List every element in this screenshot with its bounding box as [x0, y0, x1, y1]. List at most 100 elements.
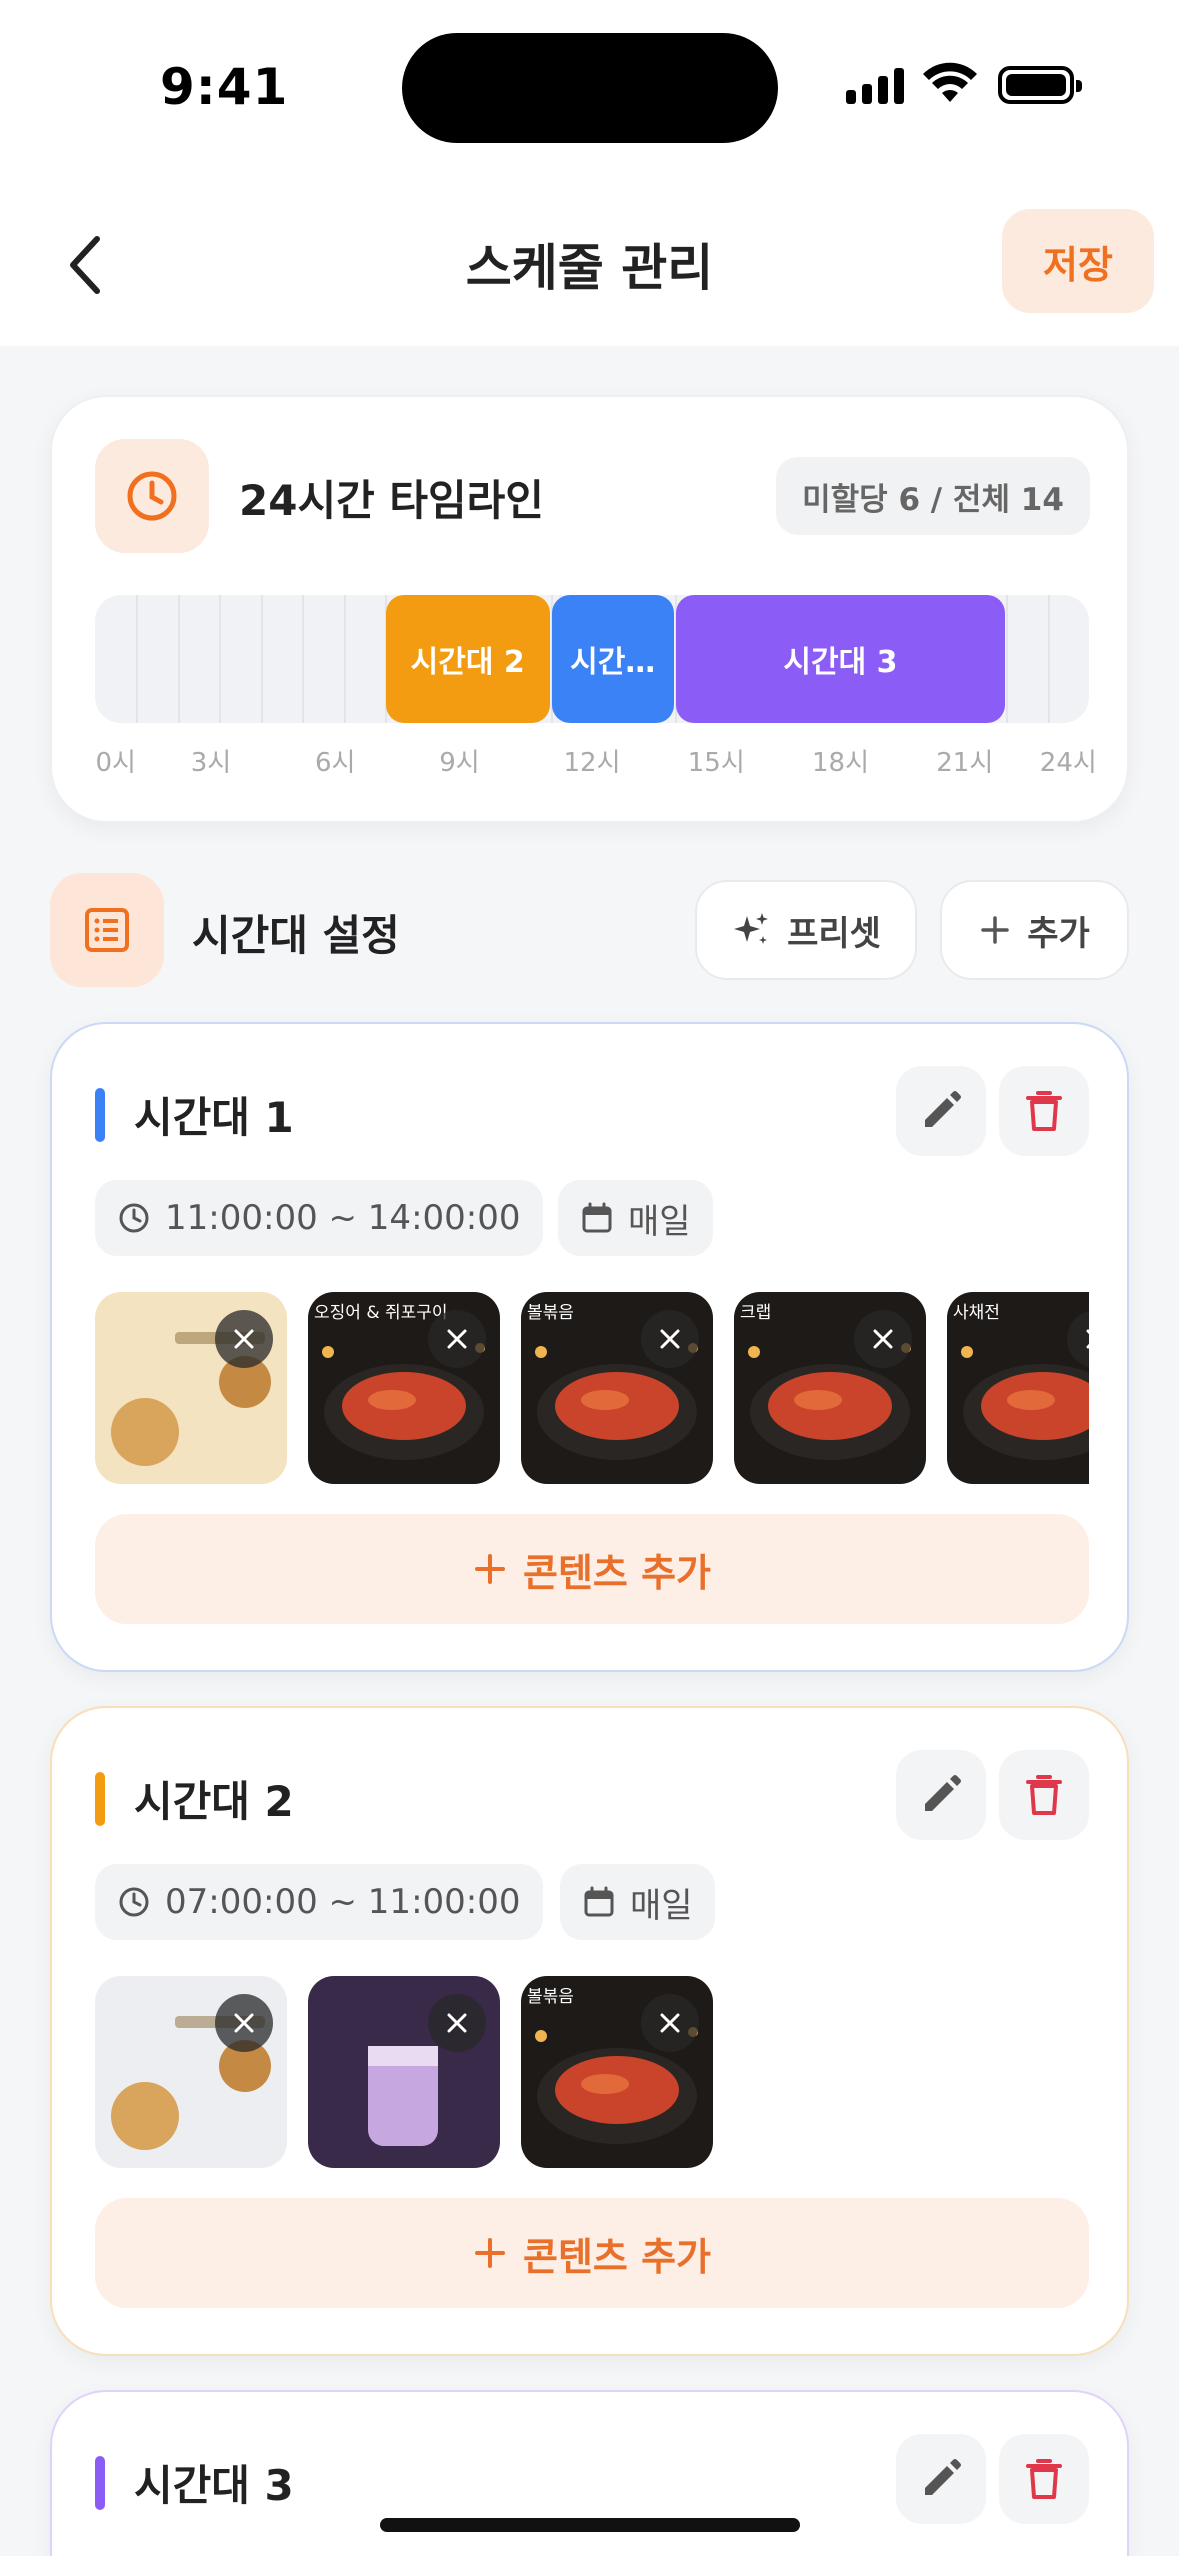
content-thumbnail[interactable] — [95, 1292, 287, 1484]
timeline-gridline — [136, 595, 139, 723]
trash-icon — [1026, 1775, 1062, 1815]
slot-name: 시간대 3 — [134, 2461, 294, 2510]
timeline-gridline — [219, 595, 222, 723]
timeline-axis: 0시 3시 6시 9시 12시 15시 18시 21시 24시 — [95, 742, 1096, 782]
battery-icon — [998, 66, 1082, 104]
preset-button[interactable]: 프리셋 — [695, 880, 917, 980]
timeline-gridline — [1006, 595, 1009, 723]
time-range-chip: 07:00:00 ~ 11:00:00 — [95, 1864, 543, 1940]
add-content-button[interactable]: 콘텐츠 추가 — [95, 1514, 1089, 1624]
content-thumbnails: 오징어 & 쥐포구이 볼볶음 크랩 사채전 — [95, 1292, 1089, 1484]
content-thumbnail[interactable]: 오징어 & 쥐포구이 — [308, 1292, 500, 1484]
slot-color-bar — [95, 2456, 105, 2510]
plus-icon — [981, 916, 1009, 944]
close-icon — [234, 2013, 254, 2033]
timeline-segment[interactable]: 시간대 2 — [385, 595, 550, 723]
close-icon — [660, 1329, 680, 1349]
pencil-icon — [925, 2459, 961, 2495]
timeline-gridline — [177, 595, 180, 723]
repeat-text: 매일 — [628, 1201, 691, 1242]
thumbnail-caption: 크랩 — [740, 1303, 772, 1323]
close-icon — [873, 1329, 893, 1349]
home-indicator — [380, 2518, 800, 2532]
repeat-chip: 매일 — [558, 1180, 713, 1256]
add-slot-button[interactable]: 추가 — [940, 880, 1129, 980]
remove-content-button[interactable] — [215, 1310, 273, 1368]
timeline-segment[interactable]: 시간… — [551, 595, 674, 723]
remove-content-button[interactable] — [854, 1310, 912, 1368]
remove-content-button[interactable] — [641, 1994, 699, 2052]
time-range-chip: 11:00:00 ~ 14:00:00 — [95, 1180, 543, 1256]
list-icon-box — [50, 873, 164, 987]
remove-content-button[interactable] — [641, 1310, 699, 1368]
add-slot-button-label: 추가 — [1027, 913, 1090, 954]
content-thumbnail[interactable] — [308, 1976, 500, 2168]
timeline-tick-label: 21시 — [936, 748, 994, 778]
clock-icon — [119, 1887, 149, 1917]
clock-icon — [119, 1203, 149, 1233]
time-range-text: 11:00:00 ~ 14:00:00 — [165, 1198, 521, 1238]
time-range-text: 07:00:00 ~ 11:00:00 — [165, 1882, 521, 1922]
trash-icon — [1026, 1091, 1062, 1131]
close-icon — [447, 2013, 467, 2033]
remove-content-button[interactable] — [428, 1310, 486, 1368]
timeline-tick-label: 3시 — [190, 748, 232, 778]
timeline-track: 시간대 2 시간… 시간대 3 — [95, 595, 1089, 723]
close-icon — [447, 1329, 467, 1349]
delete-button[interactable] — [999, 1066, 1089, 1156]
timeline-gridline — [1047, 595, 1050, 723]
time-slot-card: 시간대 2 07:00:00 ~ 11:00:00 매일 볼볶음 콘텐츠 추가 — [50, 1706, 1129, 2356]
timeline-segment[interactable]: 시간대 3 — [675, 595, 1006, 723]
edit-button[interactable] — [896, 1750, 986, 1840]
slot-color-bar — [95, 1772, 105, 1826]
clock-icon-box — [95, 439, 209, 553]
time-slot-card: 시간대 1 11:00:00 ~ 14:00:00 매일 오징어 & 쥐포구이 볼… — [50, 1022, 1129, 1672]
signal-icon — [846, 66, 904, 104]
plus-icon — [474, 2238, 505, 2268]
delete-button[interactable] — [999, 2434, 1089, 2524]
list-icon — [85, 908, 129, 952]
timeline-card: 24시간 타임라인 미할당 6 / 전체 14 시간대 2 시간… 시간대 3 0시… — [50, 395, 1129, 823]
dynamic-island — [402, 33, 778, 143]
timeline-tick-label: 0시 — [95, 748, 136, 778]
remove-content-button[interactable] — [428, 1994, 486, 2052]
close-icon — [1086, 1329, 1089, 1349]
content-thumbnails: 볼볶음 — [95, 1976, 1089, 2168]
content-thumbnail[interactable] — [95, 1976, 287, 2168]
add-content-button[interactable]: 콘텐츠 추가 — [95, 2198, 1089, 2308]
add-content-label: 콘텐츠 추가 — [522, 2234, 712, 2279]
content-thumbnail[interactable]: 크랩 — [734, 1292, 926, 1484]
repeat-text: 매일 — [630, 1885, 693, 1926]
timeline-tick-label: 18시 — [811, 748, 870, 778]
close-icon — [234, 1329, 254, 1349]
repeat-chip: 매일 — [560, 1864, 715, 1940]
timeline-tick-label: 6시 — [314, 748, 356, 778]
slot-name: 시간대 1 — [134, 1093, 294, 1142]
wifi-icon — [923, 62, 977, 102]
status-bar: 9:41 — [0, 0, 1179, 180]
edit-button[interactable] — [896, 2434, 986, 2524]
content-thumbnail[interactable]: 볼볶음 — [521, 1292, 713, 1484]
timeline-title: 24시간 타임라인 — [239, 476, 544, 525]
slot-color-bar — [95, 1088, 105, 1142]
nav-bar: 스케줄 관리 저장 — [0, 180, 1179, 346]
calendar-icon — [584, 1886, 614, 1917]
save-button[interactable]: 저장 — [1002, 209, 1154, 313]
slot-name: 시간대 2 — [134, 1777, 294, 1826]
status-time: 9:41 — [160, 58, 289, 116]
thumbnail-caption: 사채전 — [953, 1303, 1000, 1323]
timeline-gridline — [343, 595, 346, 723]
timeline-gridline — [260, 595, 263, 723]
preset-button-label: 프리셋 — [787, 913, 881, 954]
content-thumbnail[interactable]: 볼볶음 — [521, 1976, 713, 2168]
content-thumbnail[interactable]: 사채전 — [947, 1292, 1089, 1484]
trash-icon — [1026, 2459, 1062, 2499]
plus-icon — [474, 1554, 505, 1584]
timeline-tick-label: 9시 — [439, 748, 480, 778]
thumbnail-caption: 오징어 & 쥐포구이 — [314, 1303, 448, 1323]
timeline-gridline — [302, 595, 305, 723]
remove-content-button[interactable] — [215, 1994, 273, 2052]
delete-button[interactable] — [999, 1750, 1089, 1840]
edit-button[interactable] — [896, 1066, 986, 1156]
clock-icon — [127, 471, 177, 521]
